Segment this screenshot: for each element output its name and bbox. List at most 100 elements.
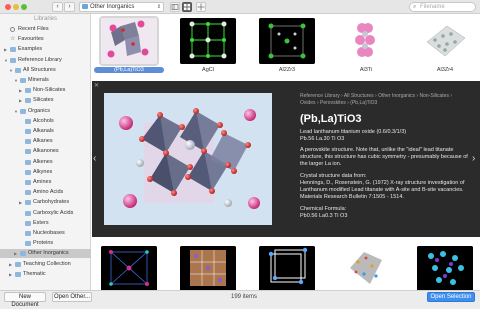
zoom-window-button[interactable] xyxy=(21,4,27,10)
thumbnail-label: AgCl xyxy=(202,67,214,73)
bottom-bar: New Document Open Other... 199 items Ope… xyxy=(0,290,480,308)
disclosure-collapsed-icon[interactable]: ▶ xyxy=(4,45,7,54)
sidebar-item-label: Teaching Collection xyxy=(23,260,71,267)
disclosure-expanded-icon[interactable]: ▼ xyxy=(14,76,18,85)
sidebar-item[interactable]: Esters xyxy=(0,219,91,228)
sidebar-item[interactable]: Alkynes xyxy=(0,168,91,177)
search-icon: ⌕ xyxy=(413,4,417,10)
folder-icon xyxy=(15,67,21,73)
sidebar-item[interactable]: ▼ Reference Library xyxy=(0,56,91,65)
structure-thumbnail-icon xyxy=(101,246,157,290)
disclosure-collapsed-icon[interactable]: ▶ xyxy=(19,86,22,95)
sidebar-item[interactable]: ▶ Silicates xyxy=(0,96,91,105)
sidebar-item-label: Alkynes xyxy=(33,168,53,175)
structure-thumbnail-icon xyxy=(338,246,394,290)
previous-item-button[interactable]: ‹ xyxy=(93,153,96,164)
thumbnail-label-selected: (Pb,La)TiO3 xyxy=(94,67,164,73)
sidebar-item[interactable]: ▶ Teaching Collection xyxy=(0,260,91,269)
sidebar-item-label: Alkanes xyxy=(33,138,53,145)
thumbnail-bottom-3[interactable] xyxy=(259,246,315,292)
folder-icon xyxy=(25,98,31,104)
search-placeholder: Filename xyxy=(420,4,445,10)
folder-icon xyxy=(25,169,31,175)
thumbnail-label: Al3Zr4 xyxy=(436,67,454,73)
perovskite-structure-image xyxy=(104,93,272,225)
toolbar: ‹ › Other Inorganics ⇕ ⌕ Filename xyxy=(0,0,480,14)
sidebar-item[interactable]: Alkenes xyxy=(0,158,91,167)
sidebar-icon xyxy=(171,4,179,10)
search-field[interactable]: ⌕ Filename xyxy=(409,2,476,12)
disclosure-collapsed-icon[interactable]: ▶ xyxy=(9,270,12,279)
structure-thumbnail-icon xyxy=(417,246,473,290)
al2zr3-thumbnail-icon xyxy=(259,18,315,64)
disclosure-expanded-icon[interactable]: ▼ xyxy=(14,107,18,116)
disclosure-collapsed-icon[interactable]: ▶ xyxy=(14,249,17,258)
close-icon[interactable]: ✕ xyxy=(94,82,99,89)
structure-thumbnail-icon xyxy=(180,246,236,290)
back-button[interactable]: ‹ xyxy=(52,2,63,12)
sidebar-item[interactable]: ☆ Favourites xyxy=(0,35,91,44)
sidebar-item[interactable]: ▶ Examples xyxy=(0,45,91,54)
folder-icon xyxy=(25,139,31,145)
thumbnail-bottom-1[interactable] xyxy=(101,246,157,292)
sidebar-item[interactable]: ▼ Minerals xyxy=(0,76,91,85)
sidebar-item[interactable]: ▶ Non-Silicates xyxy=(0,86,91,95)
agcl-thumbnail-icon xyxy=(180,18,236,64)
grid-view-button[interactable] xyxy=(182,2,192,12)
thumbnail-al3ti[interactable] xyxy=(338,18,394,64)
sidebar-item-label: Other Inorganics xyxy=(28,250,69,257)
open-other-button[interactable]: Open Other... xyxy=(52,292,92,302)
sidebar-item-label: Recent Files xyxy=(18,26,49,32)
close-window-button[interactable] xyxy=(5,4,11,10)
thumbnail-al3zr4[interactable] xyxy=(417,18,473,64)
disclosure-collapsed-icon[interactable]: ▶ xyxy=(9,260,12,269)
folder-icon xyxy=(25,180,31,185)
thumbnail-bottom-2[interactable] xyxy=(180,246,236,292)
sidebar-item-label: Examples xyxy=(18,46,43,53)
thumbnail-al2zr3[interactable] xyxy=(259,18,315,64)
clock-icon xyxy=(10,27,15,32)
sidebar-item-label: Alkenes xyxy=(33,158,53,165)
folder-icon xyxy=(15,261,21,267)
sidebar-item[interactable]: Carboxylic Acids xyxy=(0,209,91,218)
disclosure-collapsed-icon[interactable]: ▶ xyxy=(19,198,22,207)
forward-button[interactable]: › xyxy=(64,2,75,12)
next-item-button[interactable]: › xyxy=(472,153,475,164)
sidebar-item[interactable]: ▶ Carbohydrates xyxy=(0,198,91,207)
disclosure-expanded-icon[interactable]: ▼ xyxy=(4,56,8,65)
thumbnail-pblatio3[interactable] xyxy=(99,16,159,66)
sidebar-header: Libraries xyxy=(33,16,57,22)
sidebar-item[interactable]: Nucleobases xyxy=(0,229,91,238)
sidebar-item[interactable]: Alkanes xyxy=(0,137,91,146)
location-select[interactable]: Other Inorganics ⇕ xyxy=(79,2,164,12)
disclosure-collapsed-icon[interactable]: ▶ xyxy=(19,96,22,105)
disclosure-expanded-icon[interactable]: ▼ xyxy=(9,66,13,75)
sidebar-item[interactable]: ▶ Other Inorganics xyxy=(0,249,91,259)
folder-icon xyxy=(20,108,26,114)
sidebar-item[interactable]: Alkanones xyxy=(0,147,91,156)
folder-icon xyxy=(25,220,31,226)
thumbnail-agcl[interactable] xyxy=(180,18,236,64)
new-document-button[interactable]: New Document xyxy=(4,292,46,308)
sidebar-item[interactable]: Recent Files xyxy=(0,25,91,34)
sidebar-item[interactable]: Alkanals xyxy=(0,127,91,136)
open-selection-button[interactable]: Open Selection xyxy=(427,292,475,302)
minimize-window-button[interactable] xyxy=(13,4,19,10)
sidebar-toggle-button[interactable] xyxy=(170,2,180,12)
perovskite-thumbnail-icon xyxy=(101,18,157,64)
thumbnail-bottom-4[interactable] xyxy=(338,246,394,292)
sidebar-item[interactable]: ▼ Organics xyxy=(0,107,91,116)
sidebar-item[interactable]: Alcohols xyxy=(0,117,91,126)
folder-icon xyxy=(20,78,26,83)
structure-preview-image[interactable] xyxy=(104,93,272,225)
sidebar-item-label: Silicates xyxy=(33,97,54,104)
sidebar-item[interactable]: Amino Acids xyxy=(0,188,91,197)
sidebar-item[interactable]: ▼ All Structures xyxy=(0,66,91,75)
thumbnail-label: Al3Ti xyxy=(359,67,373,73)
sidebar-item[interactable]: Amines xyxy=(0,178,91,187)
sidebar-item[interactable]: Proteins xyxy=(0,239,91,248)
move-button[interactable] xyxy=(196,2,206,12)
folder-icon xyxy=(15,271,21,277)
thumbnail-bottom-5[interactable] xyxy=(417,246,473,292)
sidebar-item[interactable]: ▶ Thematic xyxy=(0,270,91,279)
